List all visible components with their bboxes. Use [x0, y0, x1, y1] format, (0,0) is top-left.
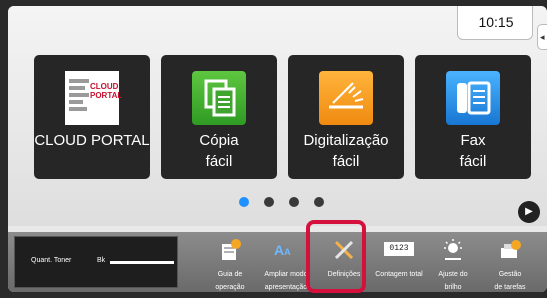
copy-icon: [192, 71, 246, 125]
tile-label: CLOUD PORTAL: [34, 132, 150, 149]
magnify-text-icon: AA: [274, 242, 291, 258]
tile-easy-copy[interactable]: Cópia fácil: [161, 55, 277, 179]
shortcut-label: Gestão de tarefas: [494, 271, 526, 291]
side-panel-tab[interactable]: ◂: [537, 24, 547, 50]
toner-gauge: Quant. Toner Bk: [14, 236, 178, 288]
page-indicator: [239, 197, 329, 209]
guide-icon: [222, 239, 241, 260]
home-area: 10:15 ◂ CLOUD PORTAL CLOUD PORTAL Cópia …: [8, 6, 547, 226]
toner-label: Quant. Toner: [31, 257, 72, 264]
shortcut-label: Ajuste do brilho: [438, 271, 468, 291]
page-dot-2[interactable]: [264, 197, 274, 207]
toner-level-bar: [110, 261, 174, 264]
cloud-logo-line1: CLOUD: [90, 82, 119, 91]
shortcut-guide[interactable]: Guia de operação: [205, 232, 255, 292]
page-dot-1[interactable]: [239, 197, 249, 207]
fax-icon: [446, 71, 500, 125]
settings-highlight-frame: [306, 220, 366, 293]
shortcut-bar: Quant. Toner Bk Guia de operação AA Ampli…: [8, 232, 547, 292]
brightness-icon: [444, 239, 462, 260]
chevron-left-icon: ◂: [540, 32, 545, 42]
shortcut-counter[interactable]: 0123 Contagem total: [374, 232, 424, 292]
tile-label-line1: Digitalização: [303, 132, 389, 149]
tile-easy-fax[interactable]: Fax fácil: [415, 55, 531, 179]
shortcut-label: Guia de operação: [215, 271, 245, 291]
clock: 10:15: [478, 14, 514, 30]
tile-label-line1: Fax: [460, 132, 486, 149]
clock-box: 10:15: [457, 6, 533, 40]
counter-icon: 0123: [384, 242, 414, 256]
cloud-logo-line2: PORTAL: [90, 91, 123, 100]
toner-channel: Bk: [97, 257, 106, 264]
scan-icon: [319, 71, 373, 125]
shortcut-magnify[interactable]: AA Ampliar modo apresentação: [261, 232, 311, 292]
tile-label-line2: fácil: [332, 153, 360, 170]
touch-panel-screen: 10:15 ◂ CLOUD PORTAL CLOUD PORTAL Cópia …: [8, 6, 547, 292]
page-dot-4[interactable]: [314, 197, 324, 207]
shortcut-brightness[interactable]: Ajuste do brilho: [428, 232, 478, 292]
tile-label-line2: fácil: [459, 153, 487, 170]
play-arrow-icon: ▶: [525, 206, 533, 217]
tile-label-line2: fácil: [205, 153, 233, 170]
shortcut-job-status[interactable]: Gestão de tarefas: [485, 232, 535, 292]
tile-label-line1: Cópia: [199, 132, 239, 149]
job-status-icon: [501, 240, 521, 258]
tile-easy-scan[interactable]: Digitalização fácil: [288, 55, 404, 179]
page-dot-3[interactable]: [289, 197, 299, 207]
shortcut-label: Contagem total: [375, 271, 423, 278]
next-page-button[interactable]: ▶: [518, 201, 540, 223]
tile-cloud-portal[interactable]: CLOUD PORTAL CLOUD PORTAL: [34, 55, 150, 179]
cloud-portal-icon: CLOUD PORTAL: [65, 71, 123, 125]
